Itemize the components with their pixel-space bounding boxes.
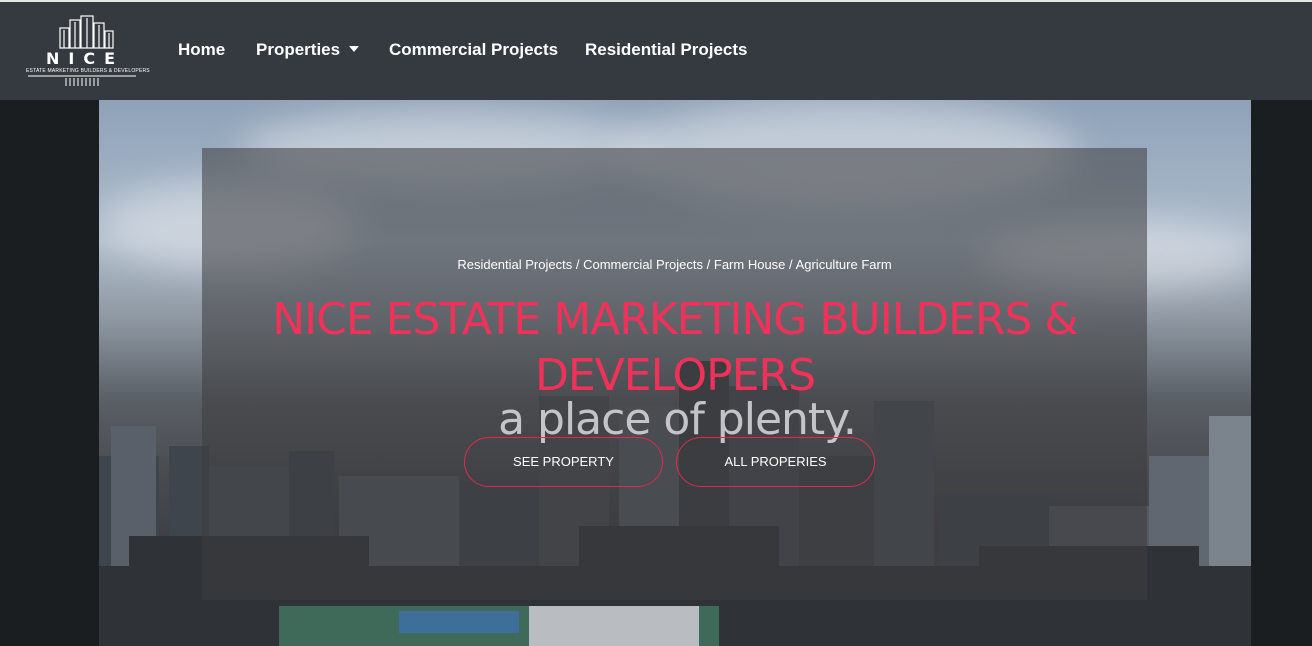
brand-logo[interactable]: NICE ESTATE MARKETING BUILDERS & DEVELOP… [26, 14, 150, 90]
nav-commercial-projects[interactable]: Commercial Projects [389, 40, 558, 60]
brand-tagline: ESTATE MARKETING BUILDERS & DEVELOPERS [26, 68, 150, 74]
all-properties-button[interactable]: ALL PROPERIES [676, 437, 875, 487]
nav-residential-projects[interactable]: Residential Projects [585, 40, 748, 60]
nav-residential-label: Residential Projects [585, 40, 748, 59]
nav-properties-dropdown[interactable]: Properties [256, 40, 360, 60]
nav-commercial-label: Commercial Projects [389, 40, 559, 59]
nav-home-label: Home [178, 40, 226, 59]
crumb-residential-projects[interactable]: Residential Projects [457, 257, 572, 272]
see-property-button[interactable]: SEE PROPERTY [464, 437, 663, 487]
crumb-commercial-projects[interactable]: Commercial Projects [583, 257, 703, 272]
crumb-separator: / [706, 257, 711, 272]
hero-title: NICE ESTATE MARKETING BUILDERS & DEVELOP… [272, 294, 1078, 401]
nav-home[interactable]: Home [178, 40, 225, 60]
crumb-separator: / [575, 257, 580, 272]
breadcrumb: Residential Projects / Commercial Projec… [202, 257, 1147, 272]
navbar: NICE ESTATE MARKETING BUILDERS & DEVELOP… [0, 2, 1312, 100]
crumb-separator: / [789, 257, 793, 272]
caret-down-icon [349, 46, 360, 52]
crumb-agriculture-farm[interactable]: Agriculture Farm [796, 257, 892, 272]
nav-properties-label: Properties [256, 40, 341, 59]
crumb-farm-house[interactable]: Farm House [714, 257, 786, 272]
brand-name: NICE [45, 49, 124, 68]
